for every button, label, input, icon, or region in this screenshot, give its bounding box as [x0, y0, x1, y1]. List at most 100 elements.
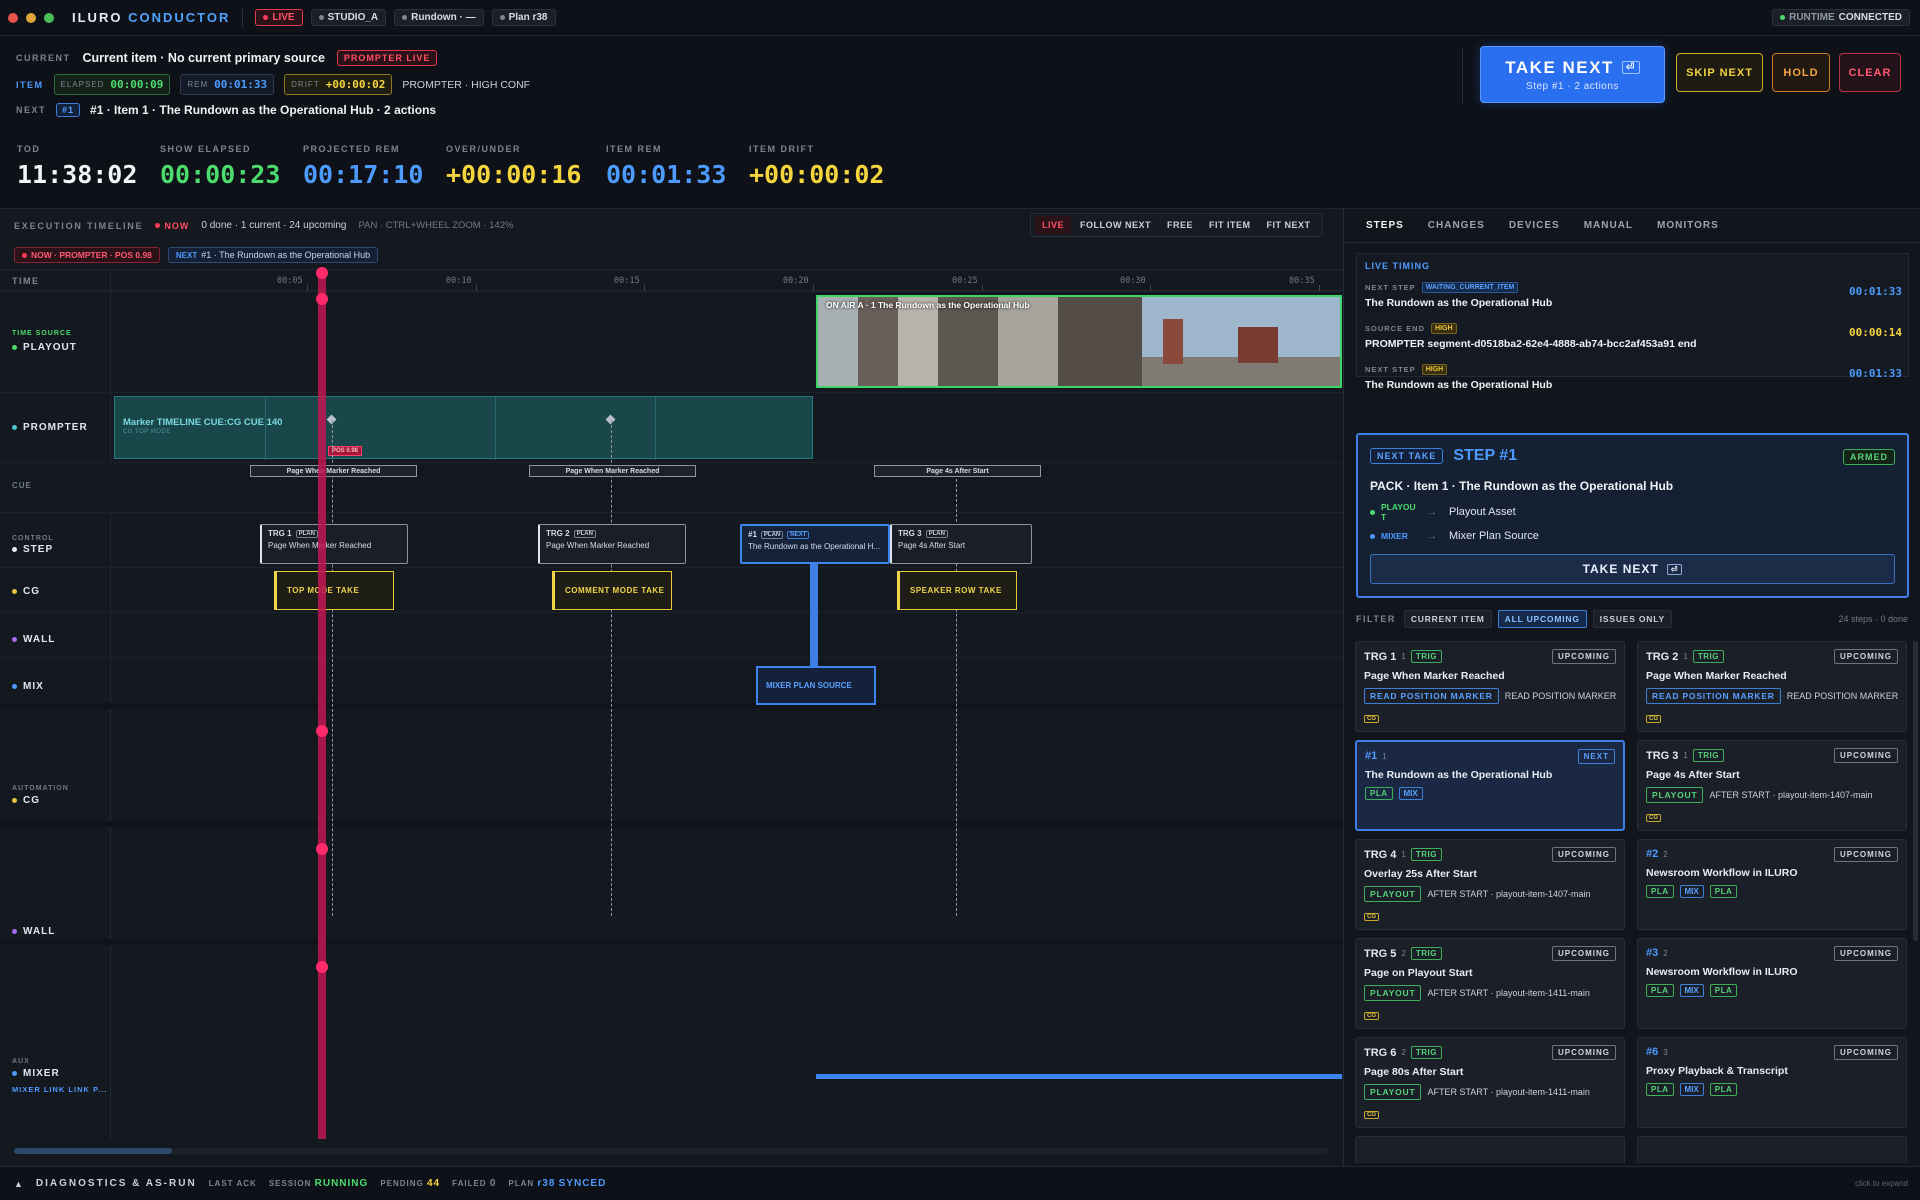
state-badge: UPCOMING — [1834, 847, 1898, 862]
clock-row: TOD 11:38:02 SHOW ELAPSED 00:00:23 PROJECTED… — [17, 144, 909, 189]
mode-fit-item[interactable]: FIT ITEM — [1202, 216, 1258, 234]
prompter-live-badge: PROMPTER LIVE — [336, 50, 438, 66]
step-card[interactable]: #6 3 UPCOMING Proxy Playback & Transcript PL… — [1637, 1037, 1907, 1128]
skip-next-button[interactable]: SKIP NEXT — [1676, 53, 1763, 92]
time-tick: 00:05 — [277, 276, 303, 286]
time-ruler: TIME 00:05 00:10 00:15 00:20 00:25 00:30 00:35 — [0, 269, 1343, 291]
timeline-hint: PAN · CTRL+WHEEL ZOOM · 142% — [358, 220, 514, 231]
tab-changes[interactable]: CHANGES — [1428, 220, 1485, 231]
clear-button[interactable]: CLEAR — [1839, 53, 1901, 92]
lane-time-source-label: TIME SOURCE — [12, 330, 72, 337]
current-label: CURRENT — [16, 53, 71, 63]
state-badge: UPCOMING — [1834, 1045, 1898, 1060]
step-card[interactable] — [1637, 1136, 1907, 1163]
mode-follow-next[interactable]: FOLLOW NEXT — [1073, 216, 1158, 234]
time-tick: 00:30 — [1120, 276, 1146, 286]
cg-take-block[interactable]: TOP MODE TAKE — [274, 571, 394, 610]
step-card[interactable]: TRG 5 2 TRIG UPCOMING Page on Playout Start P… — [1355, 938, 1625, 1029]
hold-button[interactable]: HOLD — [1772, 53, 1830, 92]
clock-4: ITEM REM 00:01:33 — [606, 144, 727, 189]
live-timing-title: LIVE TIMING — [1365, 261, 1430, 271]
next-chip[interactable]: NEXT #1 · The Rundown as the Operational … — [167, 247, 379, 263]
mode-free[interactable]: FREE — [1160, 216, 1200, 234]
timing-row: NEXT STEP WAITING_CURRENT_ITEM The Rundown… — [1365, 282, 1902, 309]
cg-take-block[interactable]: COMMENT MODE TAKE — [552, 571, 672, 610]
step-card[interactable] — [1355, 1136, 1625, 1163]
rundown-chip[interactable]: Rundown · — — [394, 9, 484, 26]
next-take-step: STEP #1 — [1453, 447, 1518, 464]
rem-pill: REM 00:01:33 — [180, 74, 275, 95]
playhead-marker — [316, 725, 328, 737]
filter-bar: FILTER CURRENT ITEM ALL UPCOMING ISSUES ON… — [1356, 610, 1672, 628]
tab-monitors[interactable]: MONITORS — [1657, 220, 1719, 231]
state-badge: NEXT — [1577, 749, 1615, 764]
timing-badge: HIGH — [1431, 323, 1457, 334]
playhead-marker — [316, 843, 328, 855]
click-to-expand-hint: click to expand — [1855, 1179, 1908, 1188]
enter-key-icon: ⏎ — [1666, 563, 1683, 575]
step-trigger-1[interactable]: TRG 1PLAN Page When Marker Reached — [260, 524, 408, 564]
tab-manual[interactable]: MANUAL — [1584, 220, 1633, 231]
step-card-list: TRG 1 1 TRIG UPCOMING Page When Marker Reach… — [1355, 641, 1911, 1163]
step-trigger-3[interactable]: TRG 3 PLAN Page 4s After Start — [890, 524, 1032, 564]
step-next-1[interactable]: #1 PLAN NEXT The Rundown as the Operationa… — [740, 524, 890, 564]
cue-label[interactable]: Page When Marker Reached — [250, 465, 417, 477]
mode-fit-next[interactable]: FIT NEXT — [1260, 216, 1318, 234]
expand-arrow-icon[interactable]: ▲ — [14, 1179, 24, 1189]
card-scrollbar[interactable] — [1913, 641, 1918, 941]
filter-current-item[interactable]: CURRENT ITEM — [1403, 610, 1492, 628]
tab-steps[interactable]: STEPS — [1366, 220, 1404, 231]
filter-issues-only[interactable]: ISSUES ONLY — [1592, 610, 1672, 628]
filter-all-upcoming[interactable]: ALL UPCOMING — [1497, 610, 1587, 628]
lane-mixer-sublabel: MIXER LINK LINK P... — [12, 1085, 108, 1094]
timeline-mode-switcher: LIVE FOLLOW NEXT FREE FIT ITEM FIT NEXT — [1030, 213, 1323, 237]
minimize-window-button[interactable] — [26, 12, 36, 23]
step-card[interactable]: TRG 3 1 TRIG UPCOMING Page 4s After Start PLA… — [1637, 740, 1907, 831]
take-next-button[interactable]: TAKE NEXT ⏎ Step #1 · 2 actions — [1480, 46, 1665, 103]
step-trigger-2[interactable]: TRG 2 PLAN Page When Marker Reached — [538, 524, 686, 564]
cue-label[interactable]: Page When Marker Reached — [529, 465, 696, 477]
plan-chip[interactable]: Plan r38 — [491, 9, 556, 26]
failed-count: FAILED 0 — [452, 1178, 497, 1189]
action-row-playout: PLAYOU T → Playout Asset — [1370, 502, 1516, 522]
timeline-scrollbar[interactable] — [14, 1148, 1329, 1154]
step-card[interactable]: TRG 6 2 TRIG UPCOMING Page 80s After Start PL… — [1355, 1037, 1625, 1128]
time-tick: 00:10 — [446, 276, 472, 286]
on-air-clip[interactable]: ON AIR A · 1 The Rundown as the Operatio… — [816, 295, 1342, 388]
cg-take-block[interactable]: SPEAKER ROW TAKE — [897, 571, 1017, 610]
playhead-handle[interactable] — [316, 267, 328, 279]
close-window-button[interactable] — [8, 12, 18, 23]
timeline-title: EXECUTION TIMELINE — [14, 220, 144, 231]
lane-mixer-label: MIXER — [12, 1068, 60, 1079]
cue-label[interactable]: Page 4s After Start — [874, 465, 1041, 477]
mixer-plan-source-block[interactable]: MIXER PLAN SOURCE — [756, 666, 876, 705]
elapsed-pill: ELAPSED 00:00:09 — [53, 74, 171, 95]
studio-chip[interactable]: STUDIO_A — [310, 9, 387, 26]
step-card[interactable]: TRG 4 1 TRIG UPCOMING Overlay 25s After Star… — [1355, 839, 1625, 930]
mixer-aux-bar[interactable] — [816, 1074, 1342, 1079]
last-ack-label: LAST ACK — [208, 1179, 257, 1188]
playhead[interactable] — [318, 269, 326, 1139]
maximize-window-button[interactable] — [44, 12, 54, 23]
step-card[interactable]: #3 2 UPCOMING Newsroom Workflow in ILURO PLA… — [1637, 938, 1907, 1029]
diagnostics-title[interactable]: DIAGNOSTICS & AS-RUN — [36, 1178, 197, 1189]
lane-mix-label: MIX — [12, 681, 44, 692]
scrollbar-thumb[interactable] — [14, 1148, 172, 1154]
lane-control-label: CONTROL — [12, 535, 54, 542]
state-badge: UPCOMING — [1834, 748, 1898, 763]
tab-devices[interactable]: DEVICES — [1509, 220, 1560, 231]
timing-row: SOURCE END HIGH PROMPTER segment-d0518ba2-… — [1365, 323, 1902, 350]
plan-sync: PLAN r38 SYNCED — [508, 1178, 607, 1189]
step-card[interactable]: #1 1 NEXT The Rundown as the Operational Hu… — [1355, 740, 1625, 831]
title-bar: ILURO CONDUCTOR LIVE STUDIO_A Rundown · … — [0, 0, 1920, 36]
step-card[interactable]: TRG 1 1 TRIG UPCOMING Page When Marker Reach… — [1355, 641, 1625, 732]
panel-take-next-button[interactable]: TAKE NEXT ⏎ — [1370, 554, 1895, 584]
panel-tabs: STEPS CHANGES DEVICES MANUAL MONITORS — [1344, 209, 1920, 243]
timing-badge: HIGH — [1421, 364, 1448, 375]
diagnostics-bar[interactable]: ▲ DIAGNOSTICS & AS-RUN LAST ACK SESSION … — [0, 1166, 1920, 1200]
step-card[interactable]: #2 2 UPCOMING Newsroom Workflow in ILURO PLA… — [1637, 839, 1907, 930]
lane-step-label: STEP — [12, 544, 53, 555]
step-card[interactable]: TRG 2 1 TRIG UPCOMING Page When Marker Reach… — [1637, 641, 1907, 732]
prompter-marker-block[interactable]: Marker TIMELINE CUE:CG CUE 140 CG TOP MO… — [114, 396, 813, 460]
mode-live[interactable]: LIVE — [1035, 216, 1072, 234]
